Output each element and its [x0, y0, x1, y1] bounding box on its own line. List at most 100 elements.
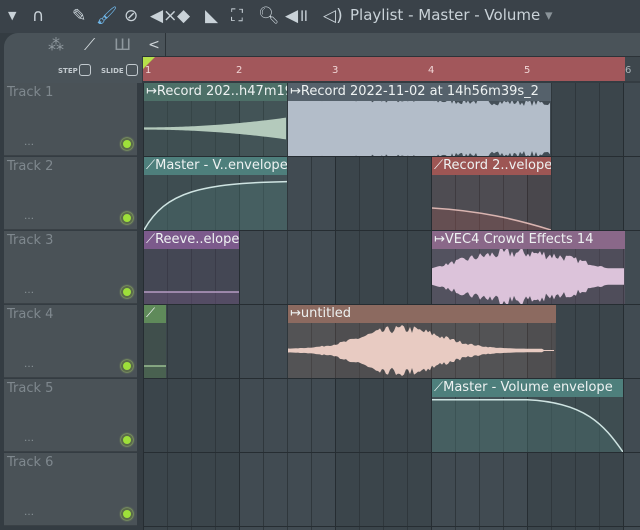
- track-header[interactable]: Track 1 …: [4, 83, 137, 156]
- envelope-curve: [144, 175, 287, 230]
- pencil-icon[interactable]: ✎: [72, 5, 86, 27]
- scroll-left-button[interactable]: <: [143, 33, 166, 57]
- track-options[interactable]: …: [24, 285, 34, 296]
- clip-header[interactable]: ↦VEC4 Crowd Effects 14: [432, 231, 625, 249]
- clip-label: Master - V..envelope: [155, 158, 287, 173]
- automation-clip-icon: ⟋: [434, 158, 444, 173]
- waveform: [288, 101, 551, 156]
- automation-clip-icon: ⟋: [146, 306, 156, 321]
- waveform: [144, 101, 287, 156]
- audio-wave-icon[interactable]: ⁂: [48, 35, 64, 54]
- window-title[interactable]: Playlist - Master - Volume ▾: [350, 6, 553, 24]
- track-options[interactable]: …: [24, 137, 34, 148]
- envelope-clip[interactable]: ⟋Reeve..elope: [144, 231, 239, 304]
- slip-icon[interactable]: ◆: [177, 5, 190, 27]
- track-name[interactable]: Track 6: [7, 455, 53, 470]
- waveform: [288, 323, 556, 378]
- paint-brush-icon[interactable]: 🖌︎: [96, 5, 118, 27]
- ruler-bar-label: 3: [332, 65, 339, 76]
- track-name[interactable]: Track 5: [7, 381, 53, 396]
- clip-header[interactable]: ⟋Reeve..elope: [144, 231, 239, 249]
- toolbar: ▼ ∩ ✎ 🖌︎ ⊘ ◀× ◆ ◣ ⛶ 🔍︎ ◀॥ ◁) Playlist - …: [0, 0, 640, 33]
- slide-label: SLIDE: [101, 67, 124, 75]
- envelope-clip[interactable]: ⟋: [144, 305, 167, 378]
- ruler-bar-label: 5: [524, 65, 531, 76]
- clip-header[interactable]: ↦Record 202..h47m19s: [144, 83, 287, 101]
- track-options[interactable]: …: [24, 507, 34, 518]
- clip-header[interactable]: ⟋Master - V..envelope: [144, 157, 287, 175]
- title-text: Playlist - Master - Volume: [350, 6, 541, 24]
- timeline-ruler[interactable]: 1 2 3 4 5: [143, 57, 625, 81]
- track-header[interactable]: Track 2 …: [4, 157, 137, 230]
- track-name[interactable]: Track 3: [7, 233, 53, 248]
- track-enable-led[interactable]: [121, 212, 133, 224]
- clip-label: untitled: [300, 306, 352, 321]
- track-header[interactable]: Track 3 …: [4, 231, 137, 304]
- audio-clip[interactable]: ↦VEC4 Crowd Effects 14: [432, 231, 625, 304]
- ruler-bar-label: 1: [145, 65, 152, 76]
- audio-clip[interactable]: ↦Record 202..h47m19s: [144, 83, 287, 156]
- slide-checkbox[interactable]: [126, 64, 138, 76]
- automation-clip-icon: ⟋: [434, 380, 444, 395]
- playlist-navbar: <: [142, 33, 640, 57]
- step-checkbox[interactable]: [79, 64, 91, 76]
- track-name[interactable]: Track 4: [7, 307, 53, 322]
- track-name[interactable]: Track 2: [7, 159, 53, 174]
- clip-label: Record 2..velope: [443, 158, 551, 173]
- envelope-curve: [432, 397, 623, 452]
- menu-arrow-icon[interactable]: ▼: [8, 5, 16, 27]
- envelope-clip[interactable]: ⟋Record 2..velope: [432, 157, 551, 230]
- clip-header[interactable]: ⟋Master - Volume envelope: [432, 379, 623, 397]
- automation-clip-icon: ⟋: [146, 158, 156, 173]
- magnet-icon[interactable]: ∩: [32, 5, 44, 27]
- ruler-bar-label: 2: [236, 65, 243, 76]
- waveform: [432, 249, 625, 304]
- timeline-ruler-end: 6: [625, 57, 640, 81]
- slice-icon[interactable]: ◣: [205, 5, 218, 27]
- envelope-curve: [432, 175, 551, 230]
- envelope-curve: [144, 323, 167, 378]
- track-enable-led[interactable]: [121, 286, 133, 298]
- track-options[interactable]: …: [24, 359, 34, 370]
- track-header[interactable]: Track 6 …: [4, 453, 137, 526]
- audio-clip[interactable]: ↦untitled: [288, 305, 556, 378]
- track-options[interactable]: …: [24, 433, 34, 444]
- clip-label: Reeve..elope: [155, 232, 239, 247]
- track-enable-led[interactable]: [121, 434, 133, 446]
- automation-icon[interactable]: ⟋: [84, 35, 95, 55]
- audio-clip[interactable]: ↦Record 2022-11-02 at 14h56m39s_2: [288, 83, 551, 156]
- track-enable-led[interactable]: [121, 138, 133, 150]
- clip-header[interactable]: ⟋Record 2..velope: [432, 157, 551, 175]
- envelope-clip[interactable]: ⟋Master - Volume envelope: [432, 379, 623, 452]
- zoom-icon[interactable]: 🔍︎: [258, 5, 280, 27]
- envelope-curve: [144, 249, 239, 304]
- track-options[interactable]: …: [24, 211, 34, 222]
- audio-clip-icon: ↦: [290, 84, 301, 99]
- audio-clip-icon: ↦: [290, 306, 301, 321]
- clip-label: Record 2022-11-02 at 14h56m39s_2: [300, 84, 539, 99]
- speaker-icon: ◁): [323, 6, 343, 26]
- playback-icon[interactable]: ◀॥: [285, 5, 308, 27]
- clip-header[interactable]: ↦untitled: [288, 305, 556, 323]
- playlist-options-panel: ⁂ ⟋ Ш STEP SLIDE: [4, 33, 142, 83]
- clip-label: VEC4 Crowd Effects 14: [444, 232, 594, 247]
- chevron-down-icon[interactable]: ▾: [545, 6, 553, 24]
- playlist-grid[interactable]: ↦Record 202..h47m19s ↦Record 2022-11-02 a…: [143, 83, 640, 530]
- track-header[interactable]: Track 4 …: [4, 305, 137, 378]
- audio-clip-icon: ↦: [146, 84, 157, 99]
- track-enable-led[interactable]: [121, 360, 133, 372]
- envelope-clip[interactable]: ⟋Master - V..envelope: [144, 157, 287, 230]
- piano-icon[interactable]: Ш: [114, 35, 131, 54]
- clip-header[interactable]: ⟋: [144, 305, 167, 323]
- clip-label: Record 202..h47m19s: [156, 84, 287, 99]
- mute-icon[interactable]: ◀×: [150, 5, 177, 27]
- track-enable-led[interactable]: [121, 508, 133, 520]
- clip-header[interactable]: ↦Record 2022-11-02 at 14h56m39s_2: [288, 83, 551, 101]
- select-icon[interactable]: ⛶: [231, 5, 243, 27]
- ruler-bar-label: 6: [625, 65, 632, 76]
- clip-label: Master - Volume envelope: [443, 380, 613, 395]
- delete-icon[interactable]: ⊘: [124, 5, 138, 27]
- track-header[interactable]: Track 5 …: [4, 379, 137, 452]
- ruler-bar-label: 4: [428, 65, 435, 76]
- track-name[interactable]: Track 1: [7, 85, 53, 100]
